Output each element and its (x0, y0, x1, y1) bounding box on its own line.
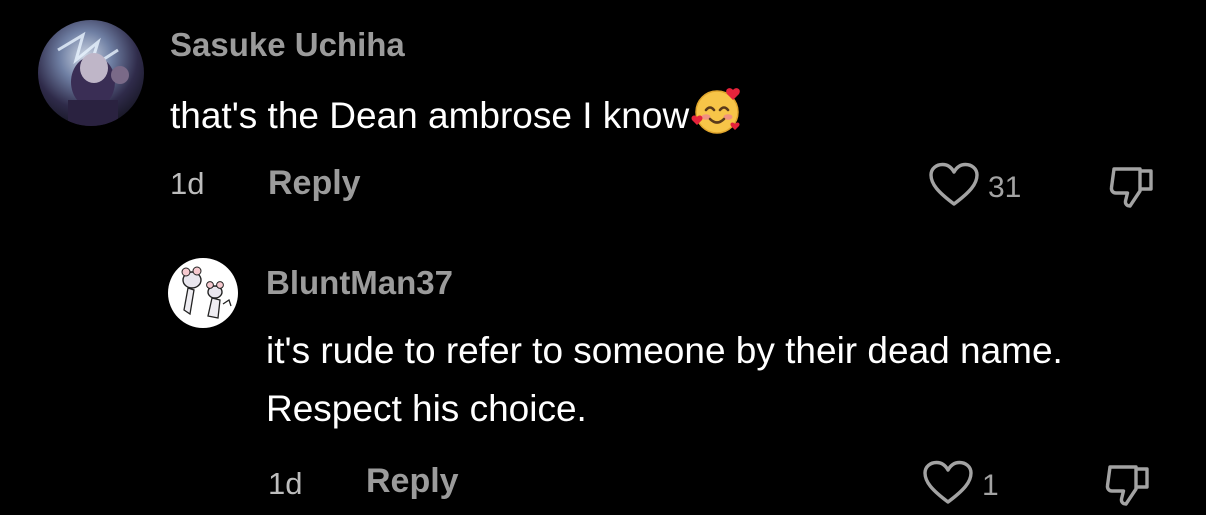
comment-text: that's the Dean ambrose I know (170, 84, 743, 153)
comment-username[interactable]: Sasuke Uchiha (170, 26, 405, 64)
reply-button[interactable]: Reply (366, 462, 459, 501)
comment-text-content: that's the Dean ambrose I know (170, 95, 690, 136)
reply-button[interactable]: Reply (268, 164, 361, 203)
comment-item: Sasuke Uchiha that's the Dean ambrose I … (0, 0, 1206, 240)
reply-text: it's rude to refer to someone by their d… (266, 330, 1063, 429)
thumbs-down-icon (1106, 167, 1158, 213)
heart-icon (928, 162, 980, 213)
reply-username[interactable]: BluntMan37 (266, 264, 453, 302)
avatar[interactable] (38, 20, 144, 126)
like-button[interactable]: 31 (928, 162, 1021, 213)
like-button[interactable]: 1 (922, 460, 999, 511)
dislike-button[interactable] (1106, 163, 1158, 214)
comment-timestamp: 1d (170, 166, 205, 201)
like-count: 31 (988, 170, 1022, 204)
reply-timestamp: 1d (268, 466, 303, 501)
like-count: 1 (982, 468, 999, 502)
heart-icon (922, 460, 974, 511)
reply-item: BluntMan37 it's rude to refer to someone… (0, 240, 1206, 515)
dislike-button[interactable] (1102, 461, 1154, 512)
thumbs-down-icon (1102, 465, 1154, 511)
smiling-face-with-hearts-icon (691, 84, 743, 153)
avatar[interactable] (168, 258, 238, 328)
